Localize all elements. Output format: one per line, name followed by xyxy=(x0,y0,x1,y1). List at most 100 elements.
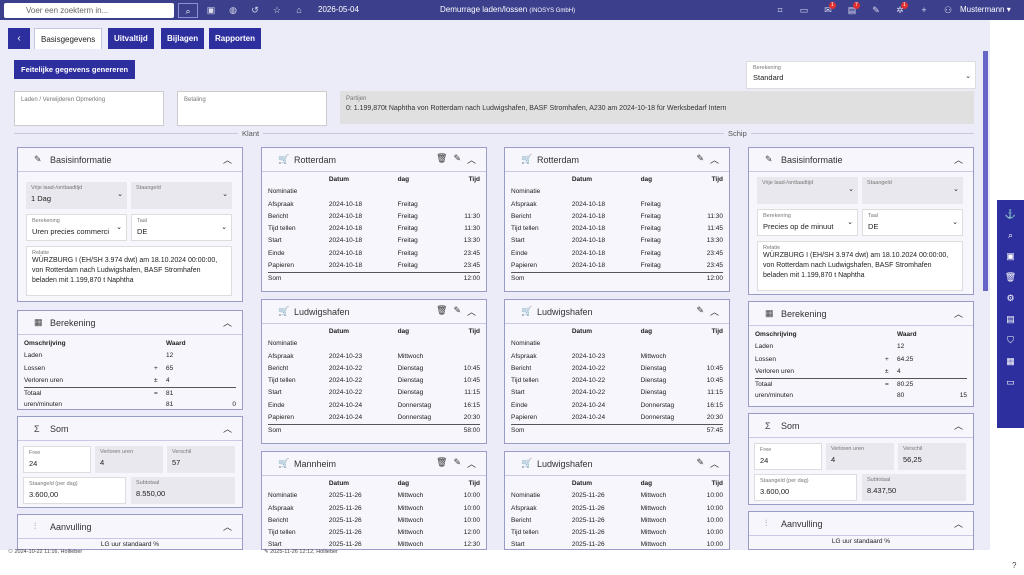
betaling-field[interactable]: Betaling xyxy=(177,91,327,126)
plus-icon[interactable]: + xyxy=(912,5,936,15)
search-input[interactable]: Voer een zoekterm in... ⌕ xyxy=(4,2,198,18)
table-cell: Einde xyxy=(511,249,528,257)
delete-icon[interactable]: 🗑 xyxy=(436,457,447,470)
table-cell: Tijd xyxy=(711,328,723,335)
table-cell: Donnerstag xyxy=(640,401,675,409)
table-cell: 11:30 xyxy=(707,212,723,220)
delete-icon[interactable]: 🗑 xyxy=(997,267,1024,288)
task-icon[interactable]: ▤ 7 xyxy=(840,1,864,16)
table-cell: Mittwoch xyxy=(397,541,424,549)
delete-icon[interactable]: 🗑 xyxy=(436,305,447,318)
edit-icon[interactable]: ✎ xyxy=(696,457,704,470)
search-icon[interactable]: ⌕ xyxy=(997,225,1024,246)
relatie-field[interactable]: Relatie WÜRZBURG I (EH/SH 3.974 dwt) am 1… xyxy=(757,241,963,291)
collapse-icon[interactable]: ︿ xyxy=(710,153,719,166)
document-icon[interactable]: ▤ xyxy=(997,309,1024,330)
collapse-icon[interactable]: ︿ xyxy=(954,307,963,320)
collapse-icon[interactable]: ︿ xyxy=(223,153,232,166)
ber-select[interactable]: Berekening Uren precies commerci ⌄ xyxy=(26,214,127,241)
user-menu[interactable]: Mustermann ▾ xyxy=(960,0,1011,20)
taal-select[interactable]: Taal DE ⌄ xyxy=(131,214,232,241)
vrije-select[interactable]: Vrije laad-/ontlaadtijd 1 Dag ⌄ xyxy=(26,182,127,209)
edit-icon[interactable]: ✎ xyxy=(453,305,461,318)
collapse-icon[interactable]: ︿ xyxy=(710,305,719,318)
tab-rapporten[interactable]: Rapporten xyxy=(209,28,261,49)
edit-icon[interactable]: ✎ xyxy=(453,153,461,166)
table-cell xyxy=(511,326,572,338)
star-icon[interactable]: ☆ xyxy=(266,5,288,16)
edit-icon[interactable]: ✎ xyxy=(696,153,704,166)
home-icon[interactable]: ⌂ xyxy=(288,5,310,15)
vrije-select[interactable]: Vrije laad-/ontlaadtijd ⌄ xyxy=(757,177,858,204)
collapse-icon[interactable]: ︿ xyxy=(467,457,476,470)
partijen-field[interactable]: Partijen 0: 1.199,870t Naphtha von Rotte… xyxy=(340,91,974,124)
calendar-icon[interactable]: ▦ xyxy=(997,351,1024,372)
chat-icon[interactable]: ▭ xyxy=(792,5,816,16)
back-button[interactable]: ‹ xyxy=(8,28,30,49)
mail-icon[interactable]: ✉ 1 xyxy=(816,1,840,16)
table-cell: 12:00 xyxy=(463,275,480,283)
table-row: Lossen +65 xyxy=(24,363,236,375)
free-field[interactable]: Free 24 xyxy=(754,443,822,470)
relatie-field[interactable]: Relatie WÜRZBURG I (EH/SH 3.974 dwt) am 1… xyxy=(26,246,232,296)
table-cell: Freitag xyxy=(640,249,661,257)
subtotaal-label: Subtotaal xyxy=(136,480,160,486)
table-header: Datum dag Tijd xyxy=(511,174,723,186)
ber-select[interactable]: Berekening Precies op de minuut ⌄ xyxy=(757,209,858,236)
collapse-icon[interactable]: ︿ xyxy=(223,422,232,435)
table-cell: Nominatie xyxy=(511,340,541,348)
shield-icon[interactable]: ⛉ xyxy=(997,330,1024,351)
collapse-icon[interactable]: ︿ xyxy=(223,316,232,329)
table-cell: Datum xyxy=(328,480,350,487)
grid-icon[interactable]: ⌗ xyxy=(768,5,792,16)
calc-h1: Omschrijving xyxy=(24,340,66,347)
collapse-icon[interactable]: ︿ xyxy=(467,153,476,166)
cart-icon: 🛒 xyxy=(521,458,533,468)
comment-icon[interactable]: ▭ xyxy=(997,372,1024,393)
tab-bijlagen[interactable]: Bijlagen xyxy=(161,28,205,49)
edit-icon[interactable]: ✎ xyxy=(864,5,888,16)
table-cell: dag xyxy=(640,176,653,183)
staangeld-select[interactable]: Staangeld ⌄ xyxy=(862,177,963,204)
table-row: Tijd tellen 2024-10-18 Freitag 11:30 xyxy=(268,223,480,235)
collapse-icon[interactable]: ︿ xyxy=(954,153,963,166)
table-cell: Freitag xyxy=(397,212,418,220)
search-icon[interactable]: ⌕ xyxy=(178,2,198,18)
camera-icon[interactable]: ▣ xyxy=(200,5,222,16)
scrollbar[interactable] xyxy=(983,51,988,291)
collapse-icon[interactable]: ︿ xyxy=(223,520,232,533)
tab-uitvaltijd[interactable]: Uitvaltijd xyxy=(108,28,154,49)
collapse-icon[interactable]: ︿ xyxy=(467,305,476,318)
taal-select[interactable]: Taal DE ⌄ xyxy=(862,209,963,236)
delete-icon[interactable]: 🗑 xyxy=(436,153,447,166)
tab-basisgegevens[interactable]: Basisgegevens xyxy=(34,28,103,49)
history-icon[interactable]: ↺ xyxy=(244,5,266,16)
staangeld-field[interactable]: Staangeld (per dag) 3.600,00 xyxy=(23,477,126,504)
schip-basis-panel: ✎ Basisinformatie ︿ Vrije laad-/ontlaadtij… xyxy=(748,147,974,295)
table-cell: 2024-10-18 xyxy=(571,249,606,257)
generate-facts-button[interactable]: Feitelijke gegevens genereren xyxy=(14,60,136,79)
help-icon[interactable]: ? xyxy=(1012,562,1016,570)
collapse-icon[interactable]: ︿ xyxy=(954,517,963,530)
alert-icon[interactable]: ✲ 1 xyxy=(888,1,912,16)
staangeld-select[interactable]: Staangeld ⌄ xyxy=(131,182,232,209)
edit-icon[interactable]: ✎ xyxy=(696,305,704,318)
relatie-value: WÜRZBURG I (EH/SH 3.974 dwt) am 18.10.20… xyxy=(32,257,218,284)
table-cell: Papieren xyxy=(511,262,538,270)
sliders-icon: ⫶ xyxy=(765,518,768,528)
panel-header: ✎ Basisinformatie ︿ xyxy=(749,148,973,172)
collapse-icon[interactable]: ︿ xyxy=(954,419,963,432)
globe-icon[interactable]: ◍ xyxy=(222,5,244,16)
opmerking-field[interactable]: Laden / Verwijderen Opmerking xyxy=(14,91,164,126)
chevron-down-icon: ⌄ xyxy=(952,219,958,226)
panel-header: ⫶ Aanvulling ︿ xyxy=(18,515,242,539)
collapse-icon[interactable]: ︿ xyxy=(710,457,719,470)
anchor-icon[interactable]: ⚓ xyxy=(997,204,1024,225)
berekening-select[interactable]: Berekening Standard ⌄ xyxy=(746,61,976,89)
staangeld-field[interactable]: Staangeld (per dag) 3.600,00 xyxy=(754,474,857,501)
edit-icon[interactable]: ✎ xyxy=(453,457,461,470)
free-field[interactable]: Free 24 xyxy=(23,446,91,473)
user-add-icon[interactable]: ⚇ xyxy=(936,5,960,16)
save-icon[interactable]: ▣ xyxy=(997,246,1024,267)
settings-icon[interactable]: ⚙ xyxy=(997,288,1024,309)
